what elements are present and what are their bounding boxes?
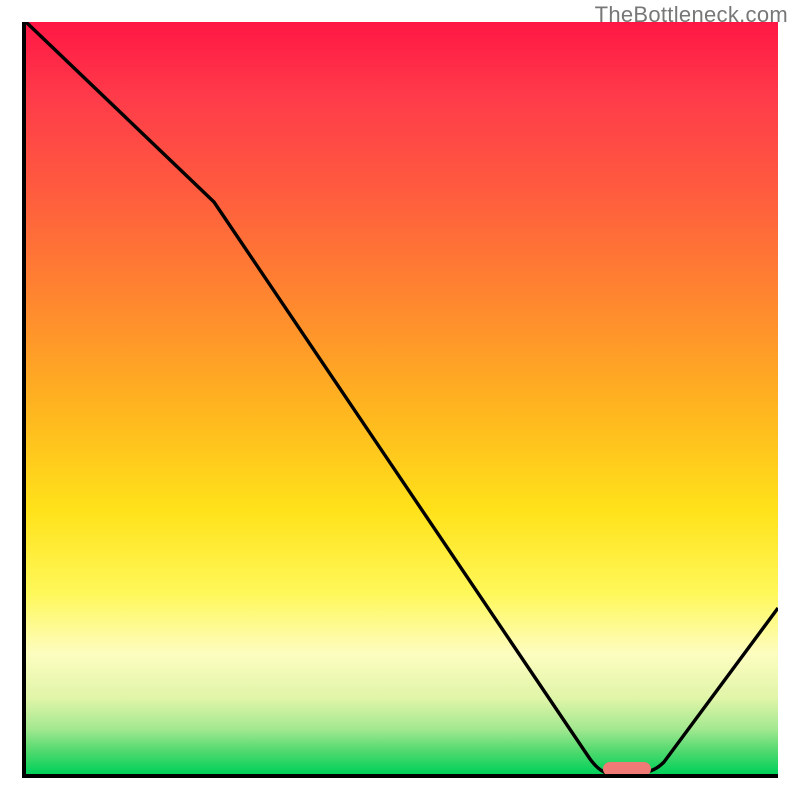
chart-svg xyxy=(26,22,778,774)
watermark-text: TheBottleneck.com xyxy=(595,2,788,28)
chart-line-series xyxy=(26,22,778,774)
chart-plot-area xyxy=(22,22,778,778)
chart-marker xyxy=(603,762,651,774)
